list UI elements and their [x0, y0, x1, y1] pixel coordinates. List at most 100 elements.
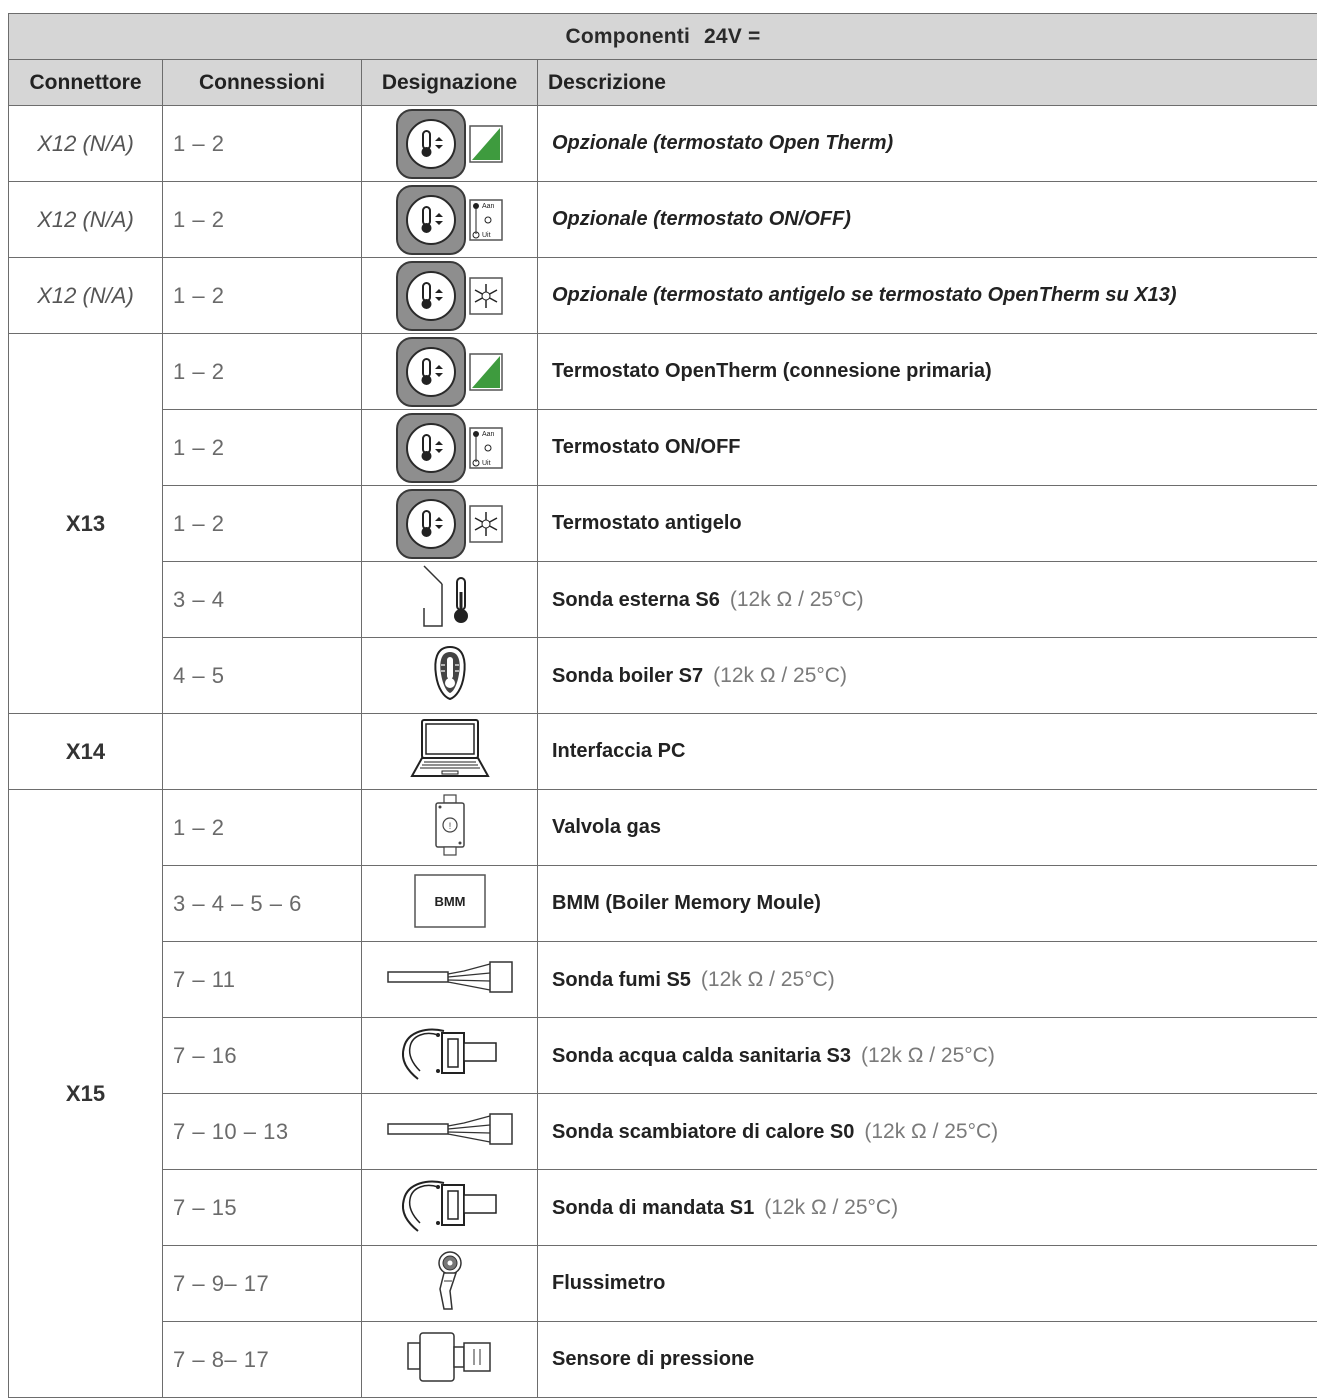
uit-label: Uit — [482, 460, 491, 467]
table-row: 1 – 2 Aan Uit Termostato ON/OFF — [9, 409, 1317, 486]
description-text: BMM (Boiler Memory Moule) — [552, 892, 821, 914]
thermostat-opentherm-icon — [395, 336, 504, 407]
designation-cell: Aan Uit — [361, 409, 538, 486]
aan-label: Aan — [482, 203, 495, 210]
clip-sensor-icon — [401, 1028, 497, 1080]
connector-cell: X12 (N/A) — [8, 257, 163, 334]
description-cell: Termostato ON/OFF — [536, 409, 1317, 486]
svg-text:!: ! — [448, 821, 451, 831]
thermostat-frost-icon — [395, 260, 504, 331]
designation-cell — [361, 333, 538, 410]
designation-cell: Aan Uit — [361, 181, 538, 258]
aan-label: Aan — [482, 431, 495, 438]
clip-sensor-icon — [401, 1180, 497, 1232]
table-row: 1 – 2 Termostato antigelo — [9, 485, 1317, 562]
pins-cell: 4 – 5 — [162, 637, 362, 714]
table-row: 7 – 15 Sonda di mandata S1 (12k Ω / 25°C) — [9, 1169, 1317, 1246]
bmm-label: BMM — [434, 894, 465, 909]
header-connector: Connettore — [8, 59, 163, 106]
pins-cell: 1 – 2 — [162, 789, 362, 866]
description-text: Sonda acqua calda sanitaria S3 — [552, 1044, 852, 1067]
header-description: Descrizione — [536, 59, 1317, 106]
table-row: 7 – 8– 17 Sensore di pressione — [9, 1321, 1317, 1398]
designation-cell — [361, 637, 538, 714]
uit-label: Uit — [482, 232, 491, 239]
pins-cell: 7 – 9– 17 — [162, 1245, 362, 1322]
table-row: X12 (N/A) 1 – 2 Opzionale (termostato Op… — [8, 105, 1317, 182]
table-row: X12 (N/A) 1 – 2 Aan Uit Opzionale (termos… — [8, 181, 1317, 258]
thermostat-onoff-icon: Aan Uit — [395, 412, 504, 483]
pins-cell: 7 – 15 — [162, 1169, 362, 1246]
description-text: Interfaccia PC — [552, 740, 686, 762]
connector-cell: X12 (N/A) — [8, 105, 163, 182]
designation-cell — [361, 941, 538, 1018]
table-row: 3 – 4 Sonda esterna S6 (12k Ω / 25°C) — [9, 561, 1317, 638]
pins-cell: 3 – 4 – 5 – 6 — [162, 865, 362, 942]
table-row: X15 1 – 2 ! Valvola gas — [8, 789, 1317, 1398]
description-cell: Sonda esterna S6 (12k Ω / 25°C) — [536, 561, 1317, 638]
pins-cell: 7 – 11 — [162, 941, 362, 1018]
pressure-sensor-icon — [406, 1332, 491, 1382]
designation-cell — [361, 1169, 538, 1246]
laptop-icon — [409, 719, 490, 777]
description-cell: Sensore di pressione — [536, 1321, 1317, 1398]
boiler-sensor-icon — [433, 645, 466, 701]
table-row: 7 – 9– 17 Flussimetro — [9, 1245, 1317, 1322]
pins-cell — [162, 713, 362, 790]
description-text: Opzionale (termostato antigelo se termos… — [552, 284, 1177, 306]
description-cell: Sonda fumi S5 (12k Ω / 25°C) — [536, 941, 1317, 1018]
description-cell: Flussimetro — [536, 1245, 1317, 1322]
spec-text: (12k Ω / 25°C) — [713, 663, 847, 687]
description-text: Termostato antigelo — [552, 512, 742, 534]
table-row: X14 Interfaccia PC — [8, 713, 1317, 790]
connector-group-x14: X14 — [8, 713, 163, 790]
designation-cell — [361, 485, 538, 562]
table-row: 4 – 5 Sonda boiler S7 (12k Ω / 25°C) — [9, 637, 1317, 714]
description-cell: Opzionale (termostato antigelo se termos… — [536, 257, 1317, 334]
description-text: Flussimetro — [552, 1272, 666, 1294]
description-cell: Sonda acqua calda sanitaria S3 (12k Ω / 2… — [536, 1017, 1317, 1094]
pins-cell: 7 – 8– 17 — [162, 1321, 362, 1398]
description-cell: Termostato OpenTherm (connesione primari… — [536, 333, 1317, 410]
connector-cell: X12 (N/A) — [8, 181, 163, 258]
description-text: Termostato ON/OFF — [552, 436, 741, 458]
description-cell: Opzionale (termostato Open Therm) — [536, 105, 1317, 182]
pins-cell: 1 – 2 — [162, 333, 362, 410]
designation-cell — [361, 1321, 538, 1398]
designation-cell: BMM — [361, 865, 538, 942]
description-cell: Valvola gas — [536, 789, 1317, 866]
thermostat-frost-icon — [395, 488, 504, 559]
components-table: Componenti 24V = Connettore Connessioni D… — [7, 13, 1317, 1398]
pins-cell: 7 – 16 — [162, 1017, 362, 1094]
table-row: 7 – 16 Sonda acqua calda sanitaria S3 (12… — [9, 1017, 1317, 1094]
title-label: Componenti — [565, 24, 691, 48]
description-cell: Interfaccia PC — [536, 713, 1317, 790]
description-cell: Sonda boiler S7 (12k Ω / 25°C) — [536, 637, 1317, 714]
designation-cell — [361, 1093, 538, 1170]
description-text: Sonda scambiatore di calore S0 — [552, 1120, 855, 1143]
designation-cell — [361, 1017, 538, 1094]
designation-cell — [361, 105, 538, 182]
probe-icon — [386, 961, 513, 993]
gas-valve-icon: ! — [434, 794, 465, 856]
pins-cell: 3 – 4 — [162, 561, 362, 638]
pins-cell: 1 – 2 — [162, 409, 362, 486]
designation-cell — [361, 1245, 538, 1322]
outdoor-sensor-icon — [422, 565, 468, 627]
spec-text: (12k Ω / 25°C) — [729, 587, 864, 611]
table-row: 7 – 10 – 13 Sonda scambiatore di calore … — [9, 1093, 1317, 1170]
description-text: Sonda fumi S5 — [552, 968, 691, 991]
spec-text: (12k Ω / 25°C) — [864, 1119, 999, 1143]
header-designation: Designazione — [361, 59, 538, 106]
description-cell: BMM (Boiler Memory Moule) — [536, 865, 1317, 942]
table-row: X12 (N/A) 1 – 2 Opzionale (termostato an… — [8, 257, 1317, 334]
designation-cell — [361, 257, 538, 334]
spec-text: (12k Ω / 25°C) — [764, 1195, 899, 1219]
thermostat-onoff-icon: Aan Uit — [395, 184, 504, 255]
thermostat-opentherm-icon — [395, 108, 504, 179]
spec-text: (12k Ω / 25°C) — [861, 1043, 995, 1067]
description-text: Opzionale (termostato Open Therm) — [552, 132, 894, 154]
description-cell: Sonda di mandata S1 (12k Ω / 25°C) — [536, 1169, 1317, 1246]
title-voltage: 24V = — [704, 24, 761, 48]
pins-cell: 1 – 2 — [162, 181, 362, 258]
